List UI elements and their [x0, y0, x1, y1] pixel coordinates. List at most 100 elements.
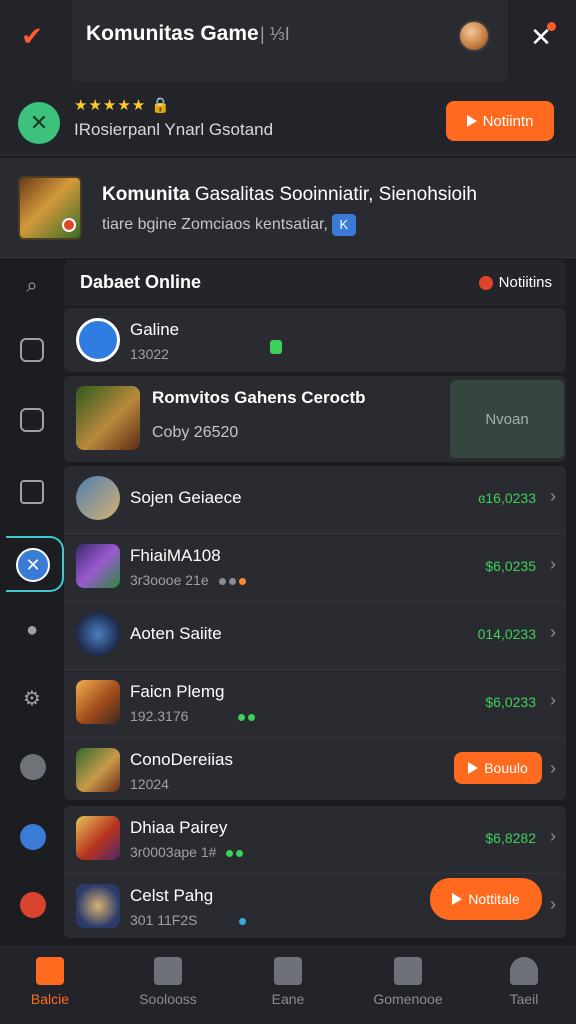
game-icon	[76, 816, 120, 860]
page-title-suffix: | ⅓I	[260, 24, 290, 44]
notify-button[interactable]: Bouulo	[454, 752, 542, 784]
list-item-meta-text: 192.3176	[130, 708, 189, 724]
nav-label: Eane	[271, 991, 305, 1007]
game-icon	[76, 476, 120, 520]
avatar[interactable]	[458, 20, 490, 52]
list-item[interactable]: Romvitos Gahens Ceroctb Coby 26520 Nvoan	[64, 376, 566, 462]
bottom-nav: Balcie Soolooss Eane Gomenooe Taeil	[0, 946, 576, 1024]
list-item-name: Romvitos Gahens Ceroctb	[152, 388, 366, 407]
section-title: Dabaet Online	[80, 272, 202, 292]
nav-home[interactable]: Balcie	[0, 957, 100, 1017]
nav-profile[interactable]: Taeil	[474, 957, 574, 1017]
chevron-right-icon: ›	[550, 622, 556, 642]
list-item[interactable]: Dhiaa Pairey 3r0003ape 1# $6,8282 ›	[64, 806, 566, 874]
featured-game-card[interactable]: Komunita Gasalitas Sooinniatir, Sienohsi…	[0, 158, 576, 258]
featured-game-thumbnail	[18, 176, 82, 240]
page-title: Komunitas Game	[86, 22, 259, 45]
list-item[interactable]: Sojen Geiaece ɞ16,0233 ›	[64, 466, 566, 534]
game-icon	[76, 748, 120, 792]
chart-icon	[20, 338, 44, 362]
notify-label: Nottitale	[468, 891, 520, 907]
nav-label: Gomenooe	[373, 991, 443, 1007]
featured-tag: K	[331, 214, 356, 236]
rating-subline: IRosierpanl Ynarl Gsotand	[74, 120, 274, 139]
settings-icon[interactable]: ⚙	[14, 680, 50, 716]
featured-subtitle: tiare bgine Zomciaos kentsatiar, K	[102, 214, 356, 236]
notify-label: Notiintn	[482, 112, 534, 130]
back-check-icon[interactable]: ✔	[14, 18, 50, 54]
chevron-right-icon: ›	[550, 486, 556, 506]
search-icon[interactable]: ⌕	[14, 268, 50, 304]
list-item-name: Aoten Saiite	[130, 624, 222, 643]
game-x-icon: ✕	[16, 548, 50, 582]
list-item-meta: 3r0003ape 1#	[130, 844, 246, 860]
sidebar: ⌕ ✕ ● ⚙	[0, 260, 64, 946]
star-rating: ★★★★★ 🔒	[74, 96, 171, 114]
game-list-panel-2: Dhiaa Pairey 3r0003ape 1# $6,8282 › Cels…	[64, 806, 566, 938]
nav-games[interactable]: Eane	[238, 957, 338, 1017]
main-content: Dabaet Online Notiitins Galine 13022 Rom…	[64, 260, 576, 946]
list-item[interactable]: ConoDereiias 12024 Bouulo ›	[64, 738, 566, 806]
notify-button[interactable]: Nottitale	[430, 878, 542, 920]
sidebar-item-chart[interactable]	[14, 332, 50, 368]
featured-title-rest: Gasalitas Sooinniatir, Sienohsioih	[194, 184, 477, 205]
tag-icon	[394, 957, 422, 985]
game-icon	[76, 612, 120, 656]
view-button[interactable]: Nvoan	[450, 380, 564, 458]
chevron-right-icon: ›	[550, 758, 556, 778]
list-item[interactable]: FhiaiMA108 3r3oooe 21e $6,0235 ›	[64, 534, 566, 602]
list-item-price: $6,0235	[485, 558, 536, 574]
play-icon	[468, 762, 479, 774]
play-icon	[466, 115, 477, 127]
chat-icon[interactable]: ●	[14, 612, 50, 648]
list-item-price: 014,0233	[477, 626, 536, 642]
nav-community[interactable]: Gomenooe	[358, 957, 458, 1017]
featured-title: Komunita Gasalitas Sooinniatir, Sienohsi…	[102, 184, 477, 206]
list-item-price: $6,8282	[485, 830, 536, 846]
nav-label: Taeil	[509, 991, 539, 1007]
status-dots	[239, 912, 249, 928]
nav-store[interactable]: Soolooss	[118, 957, 218, 1017]
list-item[interactable]: Faicn Plemg 192.3176 $6,0233 ›	[64, 670, 566, 738]
list-item[interactable]: Aoten Saiite 014,0233 ›	[64, 602, 566, 670]
sidebar-item-dice[interactable]	[14, 474, 50, 510]
profile-icon	[510, 957, 538, 985]
list-item-meta: 13022	[130, 346, 169, 362]
featured-title-bold: Komunita	[102, 184, 190, 205]
close-badge-dot	[547, 22, 556, 31]
status-icon	[270, 340, 282, 354]
game-icon	[76, 884, 120, 928]
list-item-name: Faicn Plemg	[130, 682, 225, 701]
featured-subtitle-text: tiare bgine Zomciaos kentsatiar,	[102, 216, 328, 234]
chevron-right-icon: ›	[550, 690, 556, 710]
chevron-right-icon: ›	[550, 894, 556, 914]
notify-dot-icon	[478, 275, 493, 290]
list-item[interactable]: Galine 13022	[64, 308, 566, 372]
status-dots	[226, 844, 246, 860]
game-icon	[76, 680, 120, 724]
sidebar-item-circle[interactable]	[20, 754, 46, 780]
game-list-panel: Sojen Geiaece ɞ16,0233 › FhiaiMA108 3r3o…	[64, 466, 566, 800]
sidebar-item-blue[interactable]	[20, 824, 46, 850]
notify-button[interactable]: Notiintn	[446, 101, 554, 141]
section-notify[interactable]: Notiitins	[478, 274, 552, 291]
sidebar-item-red[interactable]	[20, 892, 46, 918]
sidebar-item-screen[interactable]	[14, 402, 50, 438]
notify-label: Bouulo	[484, 760, 528, 776]
list-item[interactable]: Celst Pahg 301 11F2S Nottitale ›	[64, 874, 566, 938]
list-item-meta: Coby 26520	[152, 424, 239, 441]
nav-label: Soolooss	[139, 991, 197, 1007]
game-thumbnail	[76, 386, 140, 450]
list-item-meta: 3r3oooe 21e	[130, 572, 249, 588]
list-item-meta: 192.3176	[130, 708, 258, 724]
list-item-meta: 301 11F2S	[130, 912, 249, 928]
list-item-name: FhiaiMA108	[130, 546, 221, 565]
featured-row-panel: Romvitos Gahens Ceroctb Coby 26520 Nvoan	[64, 376, 566, 462]
sidebar-item-active-game[interactable]: ✕	[6, 536, 64, 592]
chevron-right-icon: ›	[550, 554, 556, 574]
list-item-name: Dhiaa Pairey	[130, 818, 228, 837]
dice-icon	[20, 480, 44, 504]
close-icon[interactable]: ✕	[524, 20, 558, 54]
screen-icon	[20, 408, 44, 432]
section-header: Dabaet Online Notiitins	[64, 260, 566, 306]
